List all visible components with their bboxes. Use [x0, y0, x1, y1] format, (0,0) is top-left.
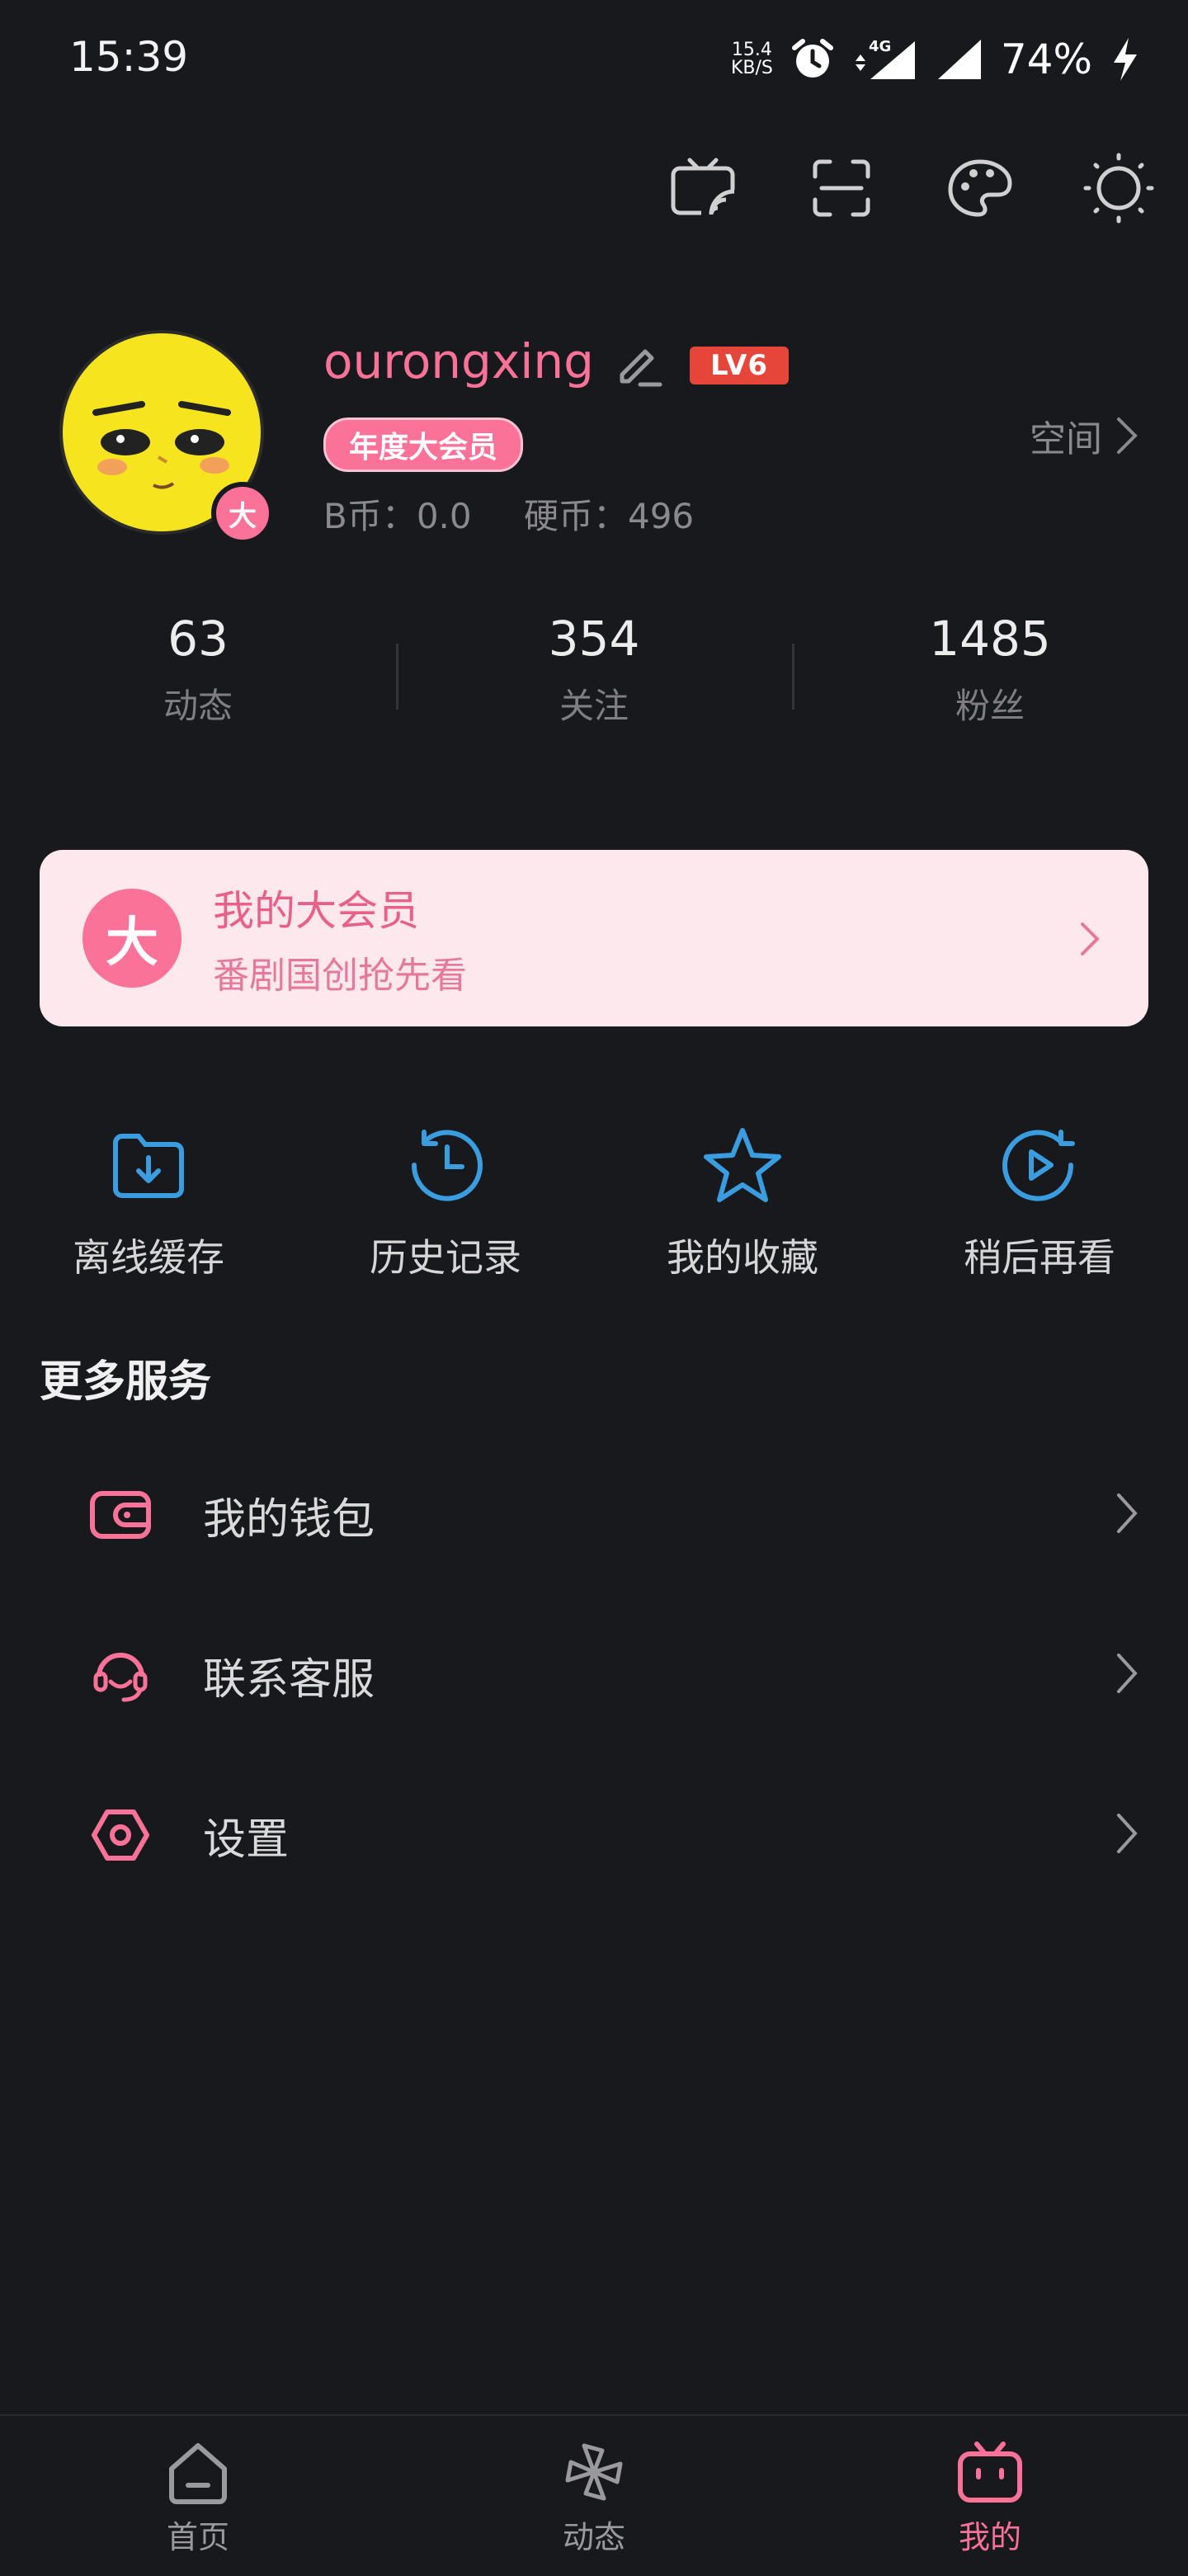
shortcut-favorites[interactable]: 我的收藏	[594, 1122, 891, 1282]
shortcut-label: 稍后再看	[964, 1235, 1115, 1280]
pinwheel-icon	[565, 2443, 623, 2501]
vip-banner-title: 我的大会员	[213, 887, 419, 935]
stat-value: 1485	[929, 611, 1051, 667]
stat-following[interactable]: 354 关注	[396, 611, 792, 729]
coin-balances: B币：0.0 硬币：496	[323, 488, 735, 539]
chevron-right-icon	[1081, 922, 1100, 955]
b-coin-balance: B币：0.0	[323, 496, 472, 536]
wallet-icon	[79, 1489, 162, 1541]
stat-label: 关注	[559, 686, 629, 726]
nav-label: 动态	[562, 2519, 625, 2555]
offline-download-icon	[0, 1122, 297, 1208]
vip-avatar-badge: 大	[211, 482, 274, 545]
shortcut-watch-later[interactable]: 稍后再看	[891, 1122, 1188, 1282]
theme-palette-icon[interactable]	[944, 152, 1016, 224]
shortcut-grid: 离线缓存 历史记录 我的收藏 稍后再看	[0, 1122, 1188, 1282]
scan-icon[interactable]	[805, 152, 878, 224]
night-mode-icon[interactable]	[1082, 152, 1155, 224]
network-speed: 15.4 KB/S	[730, 40, 773, 78]
avatar[interactable]: 大	[59, 330, 274, 545]
bottom-navigation: 首页 动态 我的	[0, 2414, 1188, 2576]
shortcut-history[interactable]: 历史记录	[297, 1122, 594, 1282]
alarm-icon	[791, 39, 833, 78]
nav-mine[interactable]: 我的	[792, 2416, 1188, 2576]
shortcut-offline-cache[interactable]: 离线缓存	[0, 1122, 297, 1282]
list-item-customer-service[interactable]: 联系客服	[0, 1596, 1188, 1754]
status-time: 15:39	[69, 33, 189, 81]
history-icon	[297, 1122, 594, 1208]
stat-followers[interactable]: 1485 粉丝	[792, 611, 1188, 729]
list-item-label: 联系客服	[203, 1654, 375, 1705]
top-toolbar	[667, 152, 1155, 224]
stat-value: 63	[167, 611, 229, 667]
chevron-right-icon	[1117, 418, 1138, 454]
list-item-wallet[interactable]: 我的钱包	[0, 1436, 1188, 1594]
edit-icon[interactable]	[610, 337, 663, 393]
vip-banner[interactable]: 大 我的大会员 番剧国创抢先看	[40, 850, 1148, 1026]
nav-home[interactable]: 首页	[0, 2416, 396, 2576]
chevron-right-icon	[1117, 1493, 1138, 1533]
shortcut-label: 我的收藏	[667, 1235, 818, 1280]
stat-dynamics[interactable]: 63 动态	[0, 611, 396, 729]
bilibili-tv-icon	[958, 2442, 1022, 2503]
more-services-title: 更多服务	[40, 1357, 212, 1407]
list-item-settings[interactable]: 设置	[0, 1756, 1188, 1914]
home-icon	[169, 2443, 227, 2504]
chevron-right-icon	[1117, 1654, 1138, 1693]
username[interactable]: ourongxing	[323, 333, 594, 389]
cast-tv-icon[interactable]	[667, 152, 739, 224]
favorite-star-icon	[594, 1122, 891, 1208]
battery-percentage: 74%	[1000, 35, 1092, 83]
list-item-label: 我的钱包	[203, 1494, 375, 1545]
shortcut-label: 历史记录	[370, 1235, 521, 1280]
stat-value: 354	[548, 611, 640, 667]
annual-vip-tag[interactable]: 年度大会员	[323, 418, 524, 472]
nav-label: 我的	[958, 2519, 1021, 2555]
settings-icon	[79, 1805, 162, 1865]
customer-service-icon	[79, 1645, 162, 1705]
coin-balance: 硬币：496	[523, 496, 695, 536]
list-item-label: 设置	[203, 1814, 290, 1865]
vip-banner-subtitle: 番剧国创抢先看	[213, 955, 467, 997]
watch-later-icon	[891, 1122, 1188, 1208]
nav-dynamics[interactable]: 动态	[396, 2416, 792, 2576]
level-badge: LV6	[690, 347, 789, 385]
stat-label: 粉丝	[955, 686, 1025, 726]
chevron-right-icon	[1117, 1814, 1138, 1853]
charging-icon	[1114, 38, 1137, 81]
vip-logo-icon: 大	[82, 889, 182, 988]
nav-label: 首页	[166, 2519, 229, 2555]
signal-icon	[937, 40, 981, 79]
shortcut-label: 离线缓存	[73, 1235, 224, 1280]
svg-text:4G: 4G	[869, 38, 891, 55]
stat-label: 动态	[163, 686, 233, 726]
space-link[interactable]: 空间	[1030, 409, 1138, 462]
profile-stats: 63 动态 354 关注 1485 粉丝	[0, 611, 1188, 729]
status-icons: 15.4 KB/S 4G 74%	[731, 30, 1142, 89]
signal-4g-icon: 4G	[855, 38, 915, 79]
space-link-label: 空间	[1030, 418, 1102, 460]
